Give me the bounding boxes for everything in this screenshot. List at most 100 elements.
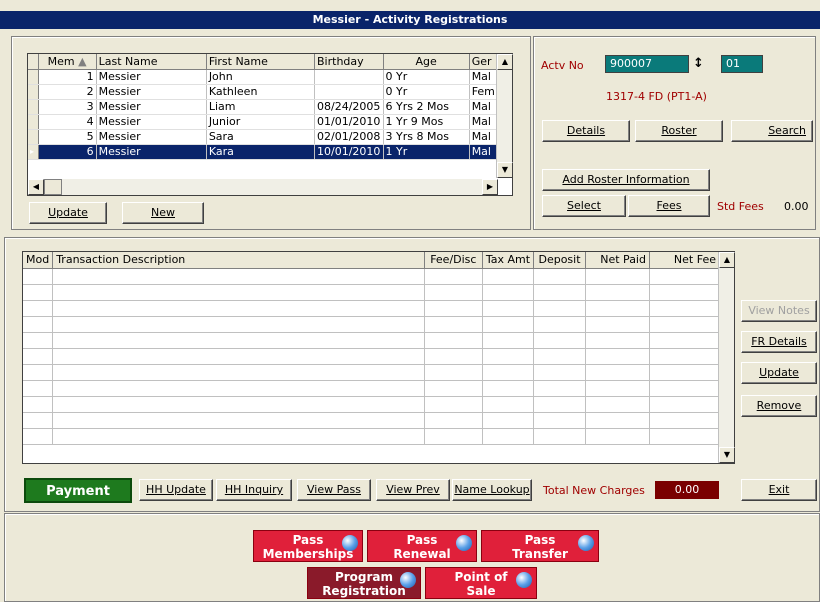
roster-button[interactable]: Roster	[635, 120, 723, 142]
member-age: 0 Yr	[383, 84, 470, 100]
scroll-left-icon[interactable]: ◀	[28, 179, 44, 195]
transaction-row[interactable]	[23, 348, 721, 365]
member-grid[interactable]: Mem ▲ Last Name First Name Birthday Age …	[27, 53, 513, 196]
col-fee-disc[interactable]: Fee/Disc	[424, 252, 483, 269]
member-row[interactable]: 2 Messier Kathleen 0 Yr Fem	[28, 84, 499, 100]
row-selector[interactable]	[28, 84, 39, 100]
col-deposit[interactable]: Deposit	[533, 252, 587, 269]
col-first-name[interactable]: First Name	[206, 54, 316, 70]
exit-button[interactable]: Exit	[741, 479, 817, 501]
hh-inquiry-button[interactable]: HH Inquiry	[216, 479, 292, 501]
member-row[interactable]: 4 Messier Junior 01/01/2010 1 Yr 9 Mos Mal	[28, 114, 499, 130]
member-row[interactable]: 3 Messier Liam 08/24/2005 6 Yrs 2 Mos Mal	[28, 99, 499, 115]
col-mod[interactable]: Mod	[23, 252, 54, 269]
pass-transfer-button[interactable]: Pass Transfer	[481, 530, 599, 562]
transaction-cell	[649, 364, 721, 381]
member-gender: Mal	[469, 129, 499, 145]
member-age: 6 Yrs 2 Mos	[383, 99, 470, 115]
fees-button[interactable]: Fees	[628, 195, 710, 217]
scroll-up-icon[interactable]: ▲	[497, 54, 513, 70]
search-button[interactable]: Search	[731, 120, 813, 142]
swap-icon[interactable]: ↕	[693, 56, 704, 71]
hh-update-button[interactable]: HH Update	[139, 479, 213, 501]
row-selector[interactable]	[28, 99, 39, 115]
transaction-cell	[23, 380, 54, 397]
transaction-cell	[23, 332, 54, 349]
scroll-down-icon[interactable]: ▼	[497, 162, 513, 178]
col-net-fee[interactable]: Net Fee	[649, 252, 721, 269]
transaction-row[interactable]	[23, 284, 721, 301]
member-new-button[interactable]: New	[122, 202, 204, 224]
member-first-name: John	[206, 69, 316, 85]
col-last-name[interactable]: Last Name	[96, 54, 207, 70]
member-age: 3 Yrs 8 Mos	[383, 129, 470, 145]
fr-details-button[interactable]: FR Details	[741, 331, 817, 353]
transaction-row[interactable]	[23, 364, 721, 381]
name-lookup-button[interactable]: Name Lookup	[452, 479, 532, 501]
col-net-paid[interactable]: Net Paid	[585, 252, 650, 269]
row-selector[interactable]	[28, 114, 39, 130]
member-row[interactable]: ▸ 6 Messier Kara 10/01/2010 1 Yr Mal	[28, 144, 499, 160]
side-update-button[interactable]: Update	[741, 362, 817, 384]
col-mem[interactable]: Mem ▲	[38, 54, 97, 70]
transaction-row[interactable]	[23, 380, 721, 397]
transaction-cell	[649, 412, 721, 429]
transaction-cell	[52, 396, 425, 413]
transaction-row[interactable]	[23, 396, 721, 413]
col-description[interactable]: Transaction Description	[52, 252, 425, 269]
member-birthday: 08/24/2005	[314, 99, 384, 115]
row-selector[interactable]	[28, 69, 39, 85]
member-row[interactable]: 1 Messier John 0 Yr Mal	[28, 69, 499, 85]
transaction-cell	[585, 412, 650, 429]
scroll-down-icon[interactable]: ▼	[719, 447, 735, 463]
transaction-cell	[649, 380, 721, 397]
member-vscroll[interactable]: ▲ ▼	[496, 54, 513, 178]
transaction-cell	[52, 380, 425, 397]
view-notes-button[interactable]: View Notes	[741, 300, 817, 322]
transaction-row[interactable]	[23, 428, 721, 445]
row-selector[interactable]: ▸	[28, 144, 39, 160]
transaction-cell	[482, 412, 535, 429]
actv-no-field[interactable]: 900007	[605, 55, 689, 73]
view-prev-button[interactable]: View Prev	[376, 479, 450, 501]
remove-button[interactable]: Remove	[741, 395, 817, 417]
view-pass-button[interactable]: View Pass	[297, 479, 371, 501]
col-age[interactable]: Age	[383, 54, 470, 70]
transaction-row[interactable]	[23, 412, 721, 429]
point-of-sale-button[interactable]: Point of Sale	[425, 567, 537, 599]
member-mem: 1	[38, 69, 97, 85]
transaction-cell	[424, 428, 483, 445]
col-tax-amt[interactable]: Tax Amt	[482, 252, 535, 269]
transaction-row[interactable]	[23, 300, 721, 317]
payment-button[interactable]: Payment	[24, 478, 132, 503]
member-row[interactable]: 5 Messier Sara 02/01/2008 3 Yrs 8 Mos Mal	[28, 129, 499, 145]
select-button[interactable]: Select	[542, 195, 626, 217]
col-gender[interactable]: Ger	[469, 54, 499, 70]
globe-icon	[578, 535, 594, 551]
transaction-cell	[424, 396, 483, 413]
transaction-cell	[533, 268, 587, 285]
transaction-grid[interactable]: Mod Transaction Description Fee/Disc Tax…	[22, 251, 735, 464]
scroll-right-icon[interactable]: ▶	[482, 179, 498, 195]
transaction-cell	[585, 364, 650, 381]
pass-memberships-button[interactable]: Pass Memberships	[253, 530, 363, 562]
pass-renewal-button[interactable]: Pass Renewal	[367, 530, 477, 562]
details-button[interactable]: Details	[542, 120, 630, 142]
transaction-row[interactable]	[23, 316, 721, 333]
transaction-vscroll[interactable]: ▲ ▼	[718, 252, 735, 463]
transaction-row[interactable]	[23, 332, 721, 349]
member-update-button[interactable]: Update	[29, 202, 107, 224]
col-birthday[interactable]: Birthday	[314, 54, 384, 70]
section-field[interactable]: 01	[721, 55, 763, 73]
program-registration-button[interactable]: Program Registration	[307, 567, 421, 599]
add-roster-button[interactable]: Add Roster Information	[542, 169, 710, 191]
member-gender: Fem	[469, 84, 499, 100]
member-hscroll[interactable]: ◀ ▶	[28, 179, 498, 195]
hscroll-thumb[interactable]	[44, 179, 62, 195]
member-last-name: Messier	[96, 144, 207, 160]
row-selector[interactable]	[28, 129, 39, 145]
transaction-cell	[533, 348, 587, 365]
transaction-row[interactable]	[23, 268, 721, 285]
scroll-up-icon[interactable]: ▲	[719, 252, 735, 268]
transaction-cell	[649, 348, 721, 365]
